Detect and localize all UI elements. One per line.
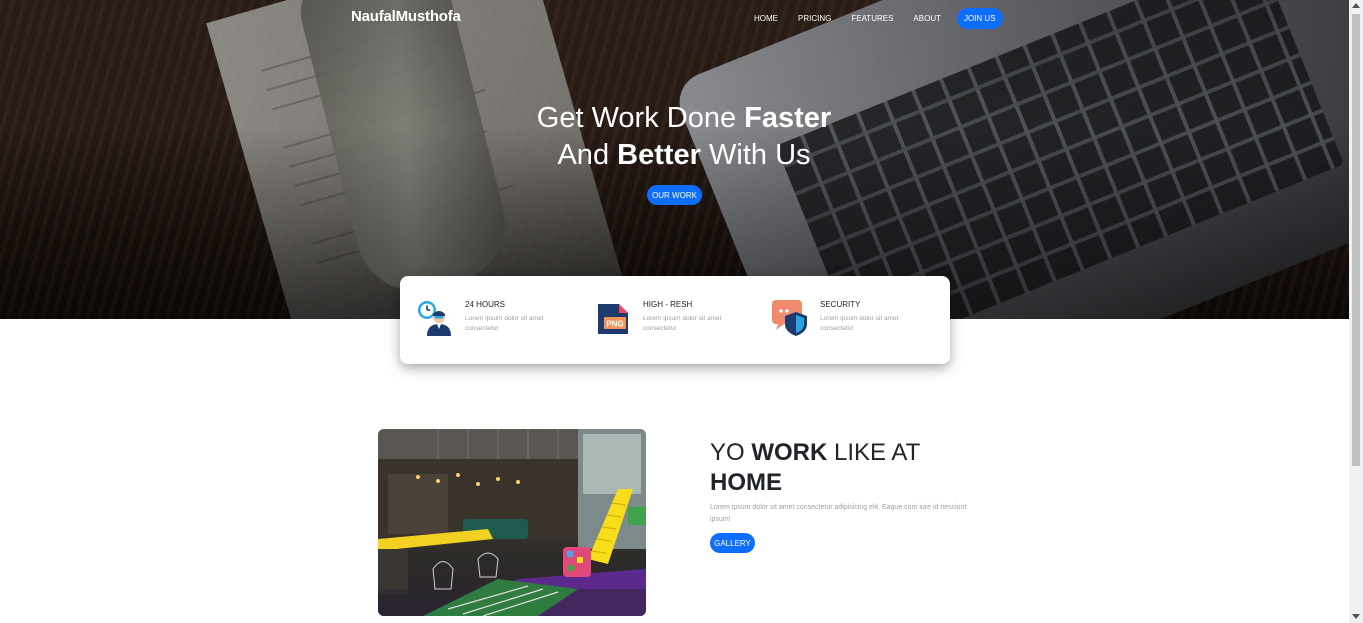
nav-about[interactable]: ABOUT [903,14,951,23]
gallery-button[interactable]: GALLERY [710,533,755,553]
join-us-button[interactable]: JOIN US [956,7,1003,29]
hero-title: Get Work Done Faster And Better With Us [536,102,832,171]
feature-security: SECURITY Lorem ipsum dolor sit amet cons… [772,298,932,344]
office-illustration [378,429,646,616]
hero-section: NaufalMusthofa HOME PRICING FEATURES ABO… [0,0,1349,319]
nav-pricing[interactable]: PRICING [788,14,841,23]
main-nav: HOME PRICING FEATURES ABOUT JOIN US [744,7,1003,29]
features-card: 24 HOURS Lorem ipsum dolor sit amet cons… [400,276,950,364]
about-text: Lorem ipsum dolor sit amet consectetur a… [710,504,967,523]
png-file-icon: PNG [598,304,628,334]
scroll-down-arrow-icon[interactable] [1352,614,1360,619]
feature-title: 24 HOURS [465,300,506,309]
feature-title: SECURITY [820,300,861,309]
brand-logo[interactable]: NaufalMusthofa [351,8,461,25]
feature-24-hours: 24 HOURS Lorem ipsum dolor sit amet cons… [417,298,577,344]
office-photo [378,429,646,616]
about-title: YO WORK LIKE AT HOME [710,439,921,496]
clock-person-icon [418,301,451,336]
nav-features[interactable]: FEATURES [841,14,903,23]
feature-text: Lorem ipsum dolor sit amet consectetur [643,315,722,332]
feature-title: HIGH - RESH [643,300,693,309]
our-work-button[interactable]: OUR WORK [647,185,702,205]
feature-text: Lorem ipsum dolor sit amet consectetur [820,315,899,332]
nav-home[interactable]: HOME [744,14,788,23]
feature-high-resh: PNG HIGH - RESH Lorem ipsum dolor sit am… [595,298,755,344]
png-badge-text: PNG [606,320,623,329]
feature-text: Lorem ipsum dolor sit amet consectetur [465,315,544,332]
page-scrollbar[interactable] [1349,0,1363,623]
scroll-up-arrow-icon[interactable] [1352,3,1360,8]
scroll-thumb[interactable] [1352,14,1360,466]
shield-icon [772,300,807,336]
